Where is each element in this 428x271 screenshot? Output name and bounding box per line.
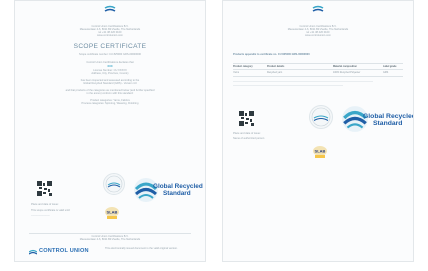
grs-title-line1: Global Recycled xyxy=(153,183,203,190)
grs-logo: Global Recycled Standard xyxy=(133,177,203,205)
qr-code xyxy=(37,181,52,196)
certificate-page-1: Control Union Certifications B.V. Meeuwe… xyxy=(14,0,206,262)
body-line: in the annex) conform with this standard… xyxy=(86,92,134,95)
signature-line: _____________ xyxy=(31,213,50,216)
control-union-mark-icon xyxy=(29,249,37,255)
standard-name: Global Recycled Standard (GRS) - Version… xyxy=(83,82,137,85)
grs-title-line2: Standard xyxy=(373,120,403,127)
table-cell: GRS xyxy=(383,71,389,74)
accreditation-badge-icon: SLAB xyxy=(313,146,327,158)
body-line: Process categories: Spinning, Weaving, F… xyxy=(81,102,139,105)
footer-line: This electronically issued document is t… xyxy=(105,247,178,250)
cu-wave-logo xyxy=(104,5,116,12)
brand-wordmark: CONTROL UNION xyxy=(39,248,89,254)
seal-icon xyxy=(105,175,123,193)
header-line: www.controlunion.com xyxy=(97,34,123,37)
table-header-cell: Product category xyxy=(233,65,253,68)
placeholder-text-line xyxy=(233,85,343,86)
table-cell: 100% Recycled Polyester xyxy=(333,71,361,74)
certificate-title: SCOPE CERTIFICATE xyxy=(73,43,147,50)
seal-icon xyxy=(311,107,331,127)
valid-until-label: This scope certificate is valid until: xyxy=(31,209,71,212)
table-bottom-rule xyxy=(233,76,403,77)
footer-divider xyxy=(29,233,191,234)
grs-title-line1: Global Recycled xyxy=(363,113,414,120)
footer-line: Meeuwenlaan 4-6, 8011 BZ Zwolle, The Net… xyxy=(79,238,141,241)
appendix-heading: Products appendix to certificate no. CU … xyxy=(233,53,310,56)
svg-text:SLAB: SLAB xyxy=(107,210,118,215)
cu-wave-logo xyxy=(312,5,324,12)
table-header-cell: Material composition xyxy=(333,65,357,68)
body-line: Control Union Certifications declares th… xyxy=(86,61,134,64)
header-line: www.controlunion.com xyxy=(305,34,331,37)
table-header-rule xyxy=(233,69,403,70)
body-line: Address, City, Province, Country xyxy=(91,72,129,75)
place-date-label: Place and date of issue: xyxy=(233,132,261,135)
table-cell: Recycled yarn xyxy=(267,71,283,74)
table-top-rule xyxy=(233,63,403,64)
authorized-person-label: Name of authorized person xyxy=(233,137,265,140)
certificate-page-2: Control Union Certifications B.V. Meeuwe… xyxy=(222,0,414,262)
table-header-cell: Product details xyxy=(267,65,285,68)
place-date-label: Place and date of issue: xyxy=(31,203,59,206)
accreditation-seal xyxy=(103,173,125,195)
grs-swirl-icon xyxy=(134,178,158,202)
accreditation-badge-icon: SLAB xyxy=(105,207,119,219)
svg-text:SLAB: SLAB xyxy=(315,149,326,154)
qr-code xyxy=(239,111,254,126)
certificate-number: Scope certificate number: CU 825000 GRS-… xyxy=(79,53,141,56)
placeholder-text-line xyxy=(233,81,373,82)
company-name: XXX xyxy=(107,65,113,68)
grs-logo: Global Recycled Standard xyxy=(341,105,413,135)
table-header-cell: Label grade xyxy=(383,65,397,68)
accreditation-seal xyxy=(309,105,333,129)
table-cell: Yarns xyxy=(233,71,240,74)
grs-title-line2: Standard xyxy=(163,190,191,197)
